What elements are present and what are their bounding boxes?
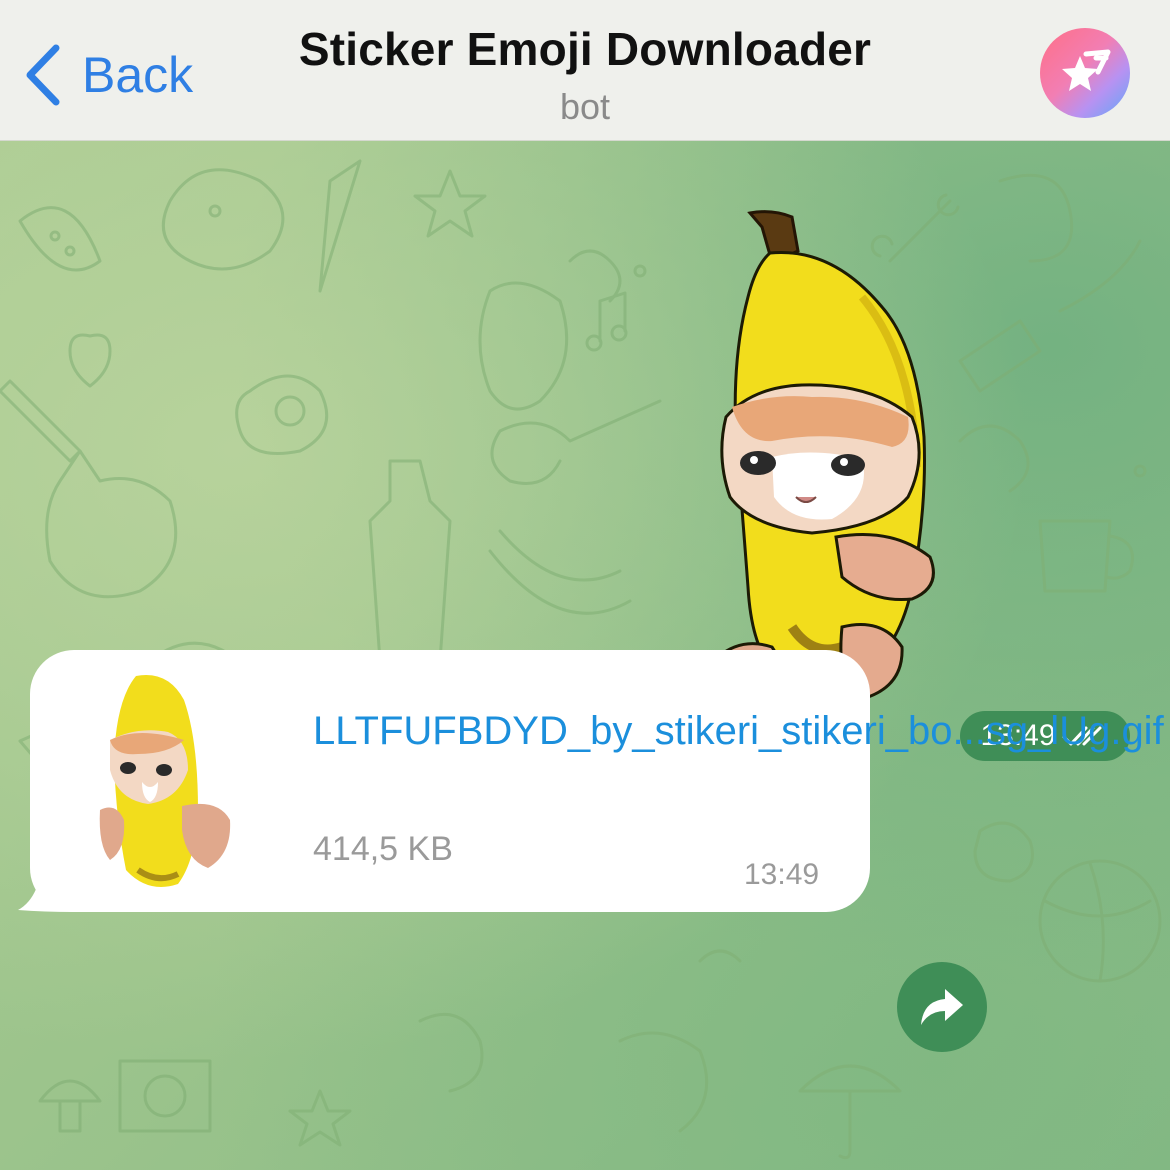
file-time: 13:49: [744, 858, 820, 891]
file-name-link[interactable]: LLTFUFBDYD_by_stikeri_stikeri_bo...sg_lU…: [313, 706, 1164, 756]
back-label: Back: [82, 47, 194, 103]
forward-button[interactable]: [897, 962, 987, 1052]
file-thumbnail[interactable]: [98, 670, 238, 892]
banana-cat-sticker[interactable]: [712, 207, 942, 715]
bot-avatar[interactable]: [1040, 28, 1130, 118]
file-size: 414,5 KB: [313, 830, 453, 868]
forward-arrow-icon: [921, 989, 963, 1025]
bot-avatar-star-icon: [1062, 49, 1111, 91]
chat-header: Back Sticker Emoji Downloader bot: [0, 0, 1170, 141]
chevron-left-icon: [26, 44, 60, 106]
back-button[interactable]: Back: [20, 40, 193, 110]
